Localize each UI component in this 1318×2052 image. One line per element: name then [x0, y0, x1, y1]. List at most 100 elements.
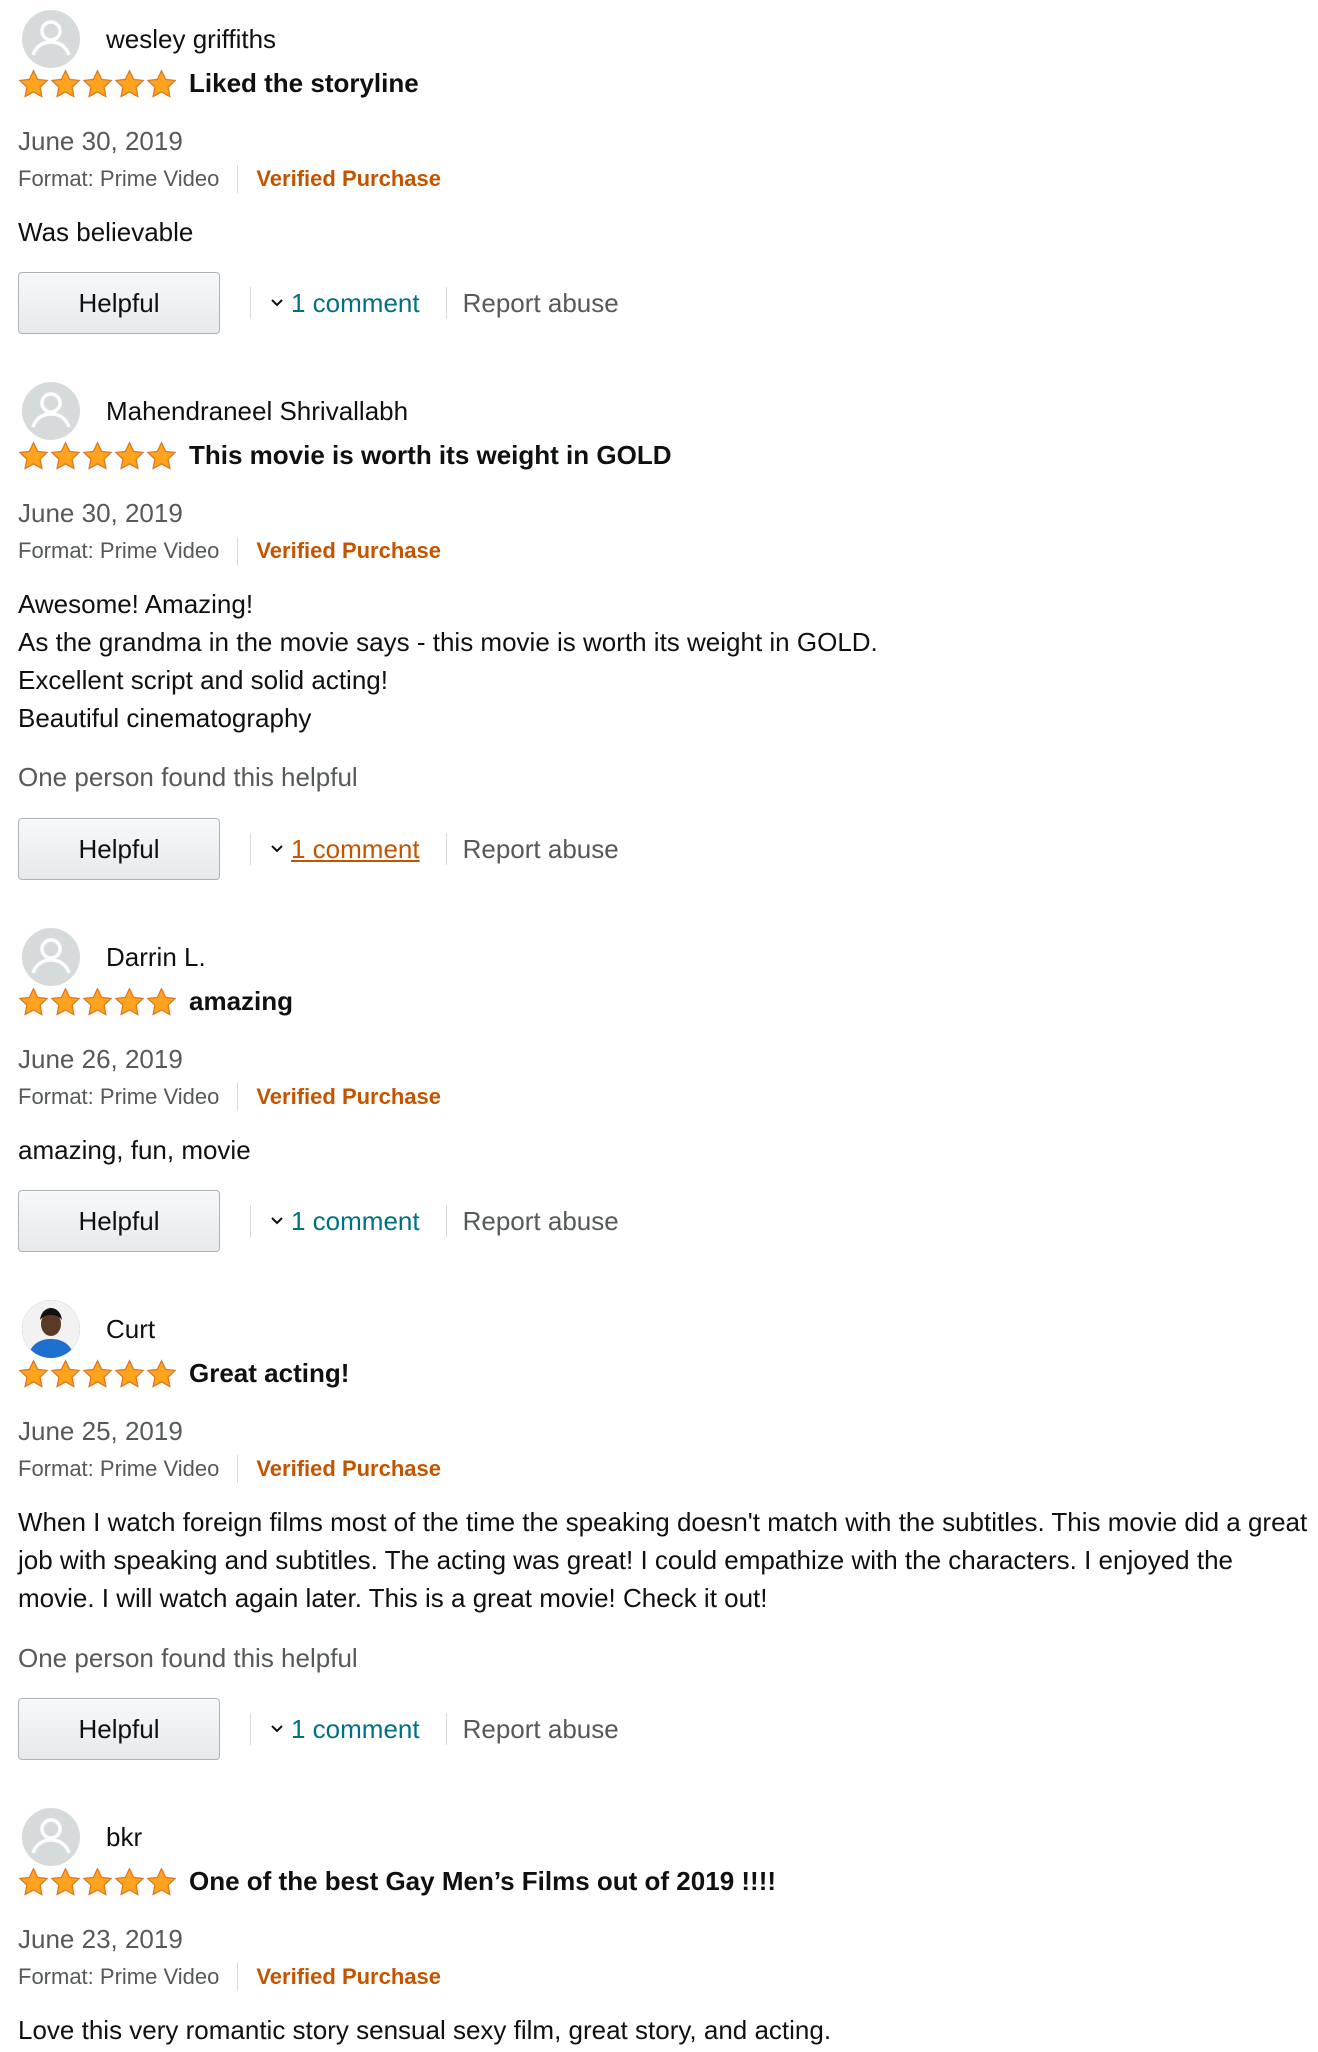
divider: [237, 1963, 239, 1991]
review-title-row: This movie is worth its weight in GOLD: [18, 440, 672, 471]
reviewer-profile[interactable]: bkr: [22, 1808, 142, 1866]
star-icon: [146, 68, 177, 98]
review-title[interactable]: Great acting!: [189, 1358, 349, 1389]
review-title[interactable]: This movie is worth its weight in GOLD: [189, 440, 672, 471]
report-abuse-link[interactable]: Report abuse: [463, 1714, 619, 1745]
review-body-line: Beautiful cinematography: [18, 703, 312, 733]
format-label[interactable]: Format: Prime Video: [18, 1964, 219, 1990]
reviewer-name: Curt: [106, 1313, 156, 1344]
star-icon: [82, 440, 113, 470]
review-meta: Format: Prime Video Verified Purchase: [18, 537, 441, 565]
user-photo: [22, 1300, 80, 1358]
format-label[interactable]: Format: Prime Video: [18, 538, 219, 564]
divider: [445, 833, 447, 865]
comments-link-label: 1 comment: [291, 833, 420, 864]
review-actions: Helpful 1 comment Report abuse: [18, 272, 619, 334]
comments-toggle[interactable]: 1 comment: [269, 1206, 420, 1237]
divider: [250, 833, 251, 865]
verified-purchase-badge: Verified Purchase: [256, 1964, 441, 1989]
report-abuse-link[interactable]: Report abuse: [463, 1206, 619, 1237]
star-rating: [18, 440, 177, 471]
star-icon: [18, 986, 49, 1016]
review-body-line: Excellent script and solid acting!: [18, 665, 388, 695]
divider: [250, 287, 251, 319]
review-meta: Format: Prime Video Verified Purchase: [18, 1455, 441, 1483]
star-icon: [50, 986, 81, 1016]
default-avatar-icon: [22, 382, 80, 440]
default-avatar-icon: [22, 1808, 80, 1866]
star-icon: [82, 1866, 113, 1896]
format-label[interactable]: Format: Prime Video: [18, 1456, 219, 1482]
comments-toggle[interactable]: 1 comment: [269, 834, 420, 865]
reviewer-profile[interactable]: Darrin L.: [22, 928, 206, 986]
star-icon: [50, 440, 81, 470]
helpful-button[interactable]: Helpful: [18, 818, 220, 880]
star-icon: [82, 1358, 113, 1388]
review-body: Was believable: [18, 213, 1308, 251]
reviewer-profile[interactable]: wesley griffiths: [22, 10, 276, 68]
verified-purchase-badge: Verified Purchase: [256, 538, 441, 563]
default-avatar-icon: [22, 928, 80, 986]
review-title[interactable]: Liked the storyline: [189, 68, 419, 99]
star-icon: [114, 1866, 145, 1896]
review-date: June 30, 2019: [18, 126, 183, 156]
divider: [445, 1205, 447, 1237]
reviewer-name: bkr: [106, 1821, 143, 1852]
divider: [237, 1083, 239, 1111]
star-icon: [18, 68, 49, 98]
review-body: Awesome! Amazing! As the grandma in the …: [18, 585, 1308, 737]
helpful-button[interactable]: Helpful: [18, 272, 220, 334]
format-label[interactable]: Format: Prime Video: [18, 166, 219, 192]
reviewer-name: Darrin L.: [106, 941, 206, 972]
review-body-line: Was believable: [18, 217, 194, 247]
star-icon: [146, 440, 177, 470]
star-icon: [114, 986, 145, 1016]
star-icon: [18, 1866, 49, 1896]
star-rating: [18, 1866, 177, 1897]
helpful-button[interactable]: Helpful: [18, 1698, 220, 1760]
review-body-line: Love this very romantic story sensual se…: [18, 2015, 832, 2045]
review-actions: Helpful 1 comment Report abuse: [18, 1190, 619, 1252]
review-body-line: amazing, fun, movie: [18, 1135, 251, 1165]
review-title[interactable]: amazing: [189, 986, 293, 1017]
default-avatar-icon: [22, 10, 80, 68]
verified-purchase-badge: Verified Purchase: [256, 1456, 441, 1481]
divider: [237, 537, 239, 565]
review-date: June 26, 2019: [18, 1044, 183, 1074]
review-body-line: Awesome! Amazing!: [18, 589, 254, 619]
comments-toggle[interactable]: 1 comment: [269, 1714, 420, 1745]
review-title-row: One of the best Gay Men’s Films out of 2…: [18, 1866, 776, 1897]
divider: [445, 1713, 447, 1745]
star-icon: [146, 1358, 177, 1388]
review-body-line: When I watch foreign films most of the t…: [18, 1507, 1308, 1613]
review-meta: Format: Prime Video Verified Purchase: [18, 1963, 441, 1991]
divider: [445, 287, 447, 319]
review-title[interactable]: One of the best Gay Men’s Films out of 2…: [189, 1866, 776, 1897]
divider: [250, 1205, 251, 1237]
star-icon: [18, 1358, 49, 1388]
star-icon: [114, 1358, 145, 1388]
report-abuse-link[interactable]: Report abuse: [463, 834, 619, 865]
star-rating: [18, 1358, 177, 1389]
comments-toggle[interactable]: 1 comment: [269, 288, 420, 319]
review-date: June 30, 2019: [18, 498, 183, 528]
report-abuse-link[interactable]: Report abuse: [463, 288, 619, 319]
star-rating: [18, 986, 177, 1017]
star-icon: [82, 68, 113, 98]
chevron-down-icon: [271, 299, 283, 307]
divider: [250, 1713, 251, 1745]
review-meta: Format: Prime Video Verified Purchase: [18, 165, 441, 193]
helpful-count: One person found this helpful: [18, 762, 358, 792]
chevron-down-icon: [271, 1217, 283, 1225]
reviewer-profile[interactable]: Mahendraneel Shrivallabh: [22, 382, 408, 440]
review-body: amazing, fun, movie: [18, 1131, 1308, 1169]
reviewer-profile[interactable]: Curt: [22, 1300, 155, 1358]
format-label[interactable]: Format: Prime Video: [18, 1084, 219, 1110]
verified-purchase-badge: Verified Purchase: [256, 1084, 441, 1109]
chevron-down-icon: [271, 845, 283, 853]
review-body-line: As the grandma in the movie says - this …: [18, 627, 878, 657]
helpful-button[interactable]: Helpful: [18, 1190, 220, 1252]
star-icon: [146, 986, 177, 1016]
star-icon: [82, 986, 113, 1016]
star-icon: [50, 68, 81, 98]
